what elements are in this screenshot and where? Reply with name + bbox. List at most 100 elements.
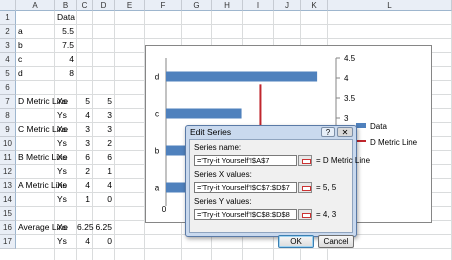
legend-swatch-data bbox=[356, 123, 366, 128]
select-all-corner[interactable] bbox=[0, 0, 16, 11]
cell-d9[interactable]: 3 bbox=[93, 124, 112, 135]
cell-b2[interactable]: 5.5 bbox=[55, 26, 74, 37]
series-name-input[interactable]: ='Try-it Yourself'!$A$7 bbox=[194, 155, 297, 166]
category-label-c: c bbox=[155, 110, 159, 119]
cell-c11[interactable]: 6 bbox=[77, 152, 90, 163]
bar-c bbox=[166, 108, 242, 119]
cell-a2[interactable]: a bbox=[18, 26, 23, 37]
cell-d13[interactable]: 4 bbox=[93, 180, 112, 191]
row-header-17[interactable]: 17 bbox=[0, 235, 16, 249]
cell-d8[interactable]: 3 bbox=[93, 110, 112, 121]
gridline bbox=[16, 38, 452, 39]
column-header-k[interactable]: K bbox=[301, 0, 328, 11]
cell-c14[interactable]: 1 bbox=[77, 194, 90, 205]
cell-a5[interactable]: d bbox=[18, 68, 23, 79]
series-name-collapse-icon[interactable] bbox=[298, 155, 312, 166]
cell-d16[interactable]: 6.25 bbox=[93, 222, 112, 233]
column-header-c[interactable]: C bbox=[77, 0, 93, 11]
row-header-4[interactable]: 4 bbox=[0, 53, 16, 67]
gridline bbox=[16, 24, 452, 25]
cell-c17[interactable]: 4 bbox=[77, 236, 90, 247]
secondary-tick-label: 3.5 bbox=[344, 94, 356, 103]
cell-b3[interactable]: 7.5 bbox=[55, 40, 74, 51]
column-header-a[interactable]: A bbox=[16, 0, 55, 11]
dialog-body: Series name: ='Try-it Yourself'!$A$7 = D… bbox=[189, 139, 370, 248]
cell-b10[interactable]: Ys bbox=[57, 138, 67, 149]
cell-b4[interactable]: 4 bbox=[55, 54, 74, 65]
help-button[interactable]: ? bbox=[321, 127, 335, 137]
column-header-f[interactable]: F bbox=[145, 0, 182, 11]
row-header-8[interactable]: 8 bbox=[0, 109, 16, 123]
column-header-j[interactable]: J bbox=[274, 0, 301, 11]
cancel-button[interactable]: Cancel bbox=[318, 235, 354, 248]
cell-a3[interactable]: b bbox=[18, 40, 23, 51]
x-tick-label: 0 bbox=[162, 205, 167, 214]
cell-b1[interactable]: Data bbox=[57, 12, 75, 23]
column-header-h[interactable]: H bbox=[212, 0, 243, 11]
series-y-result: = 4, 3 bbox=[316, 210, 337, 219]
secondary-tick-label: 4 bbox=[344, 74, 349, 83]
row-header-2[interactable]: 2 bbox=[0, 25, 16, 39]
row-header-10[interactable]: 10 bbox=[0, 137, 16, 151]
series-name-result: = D Metric Line bbox=[316, 156, 371, 165]
category-label-a: a bbox=[155, 184, 160, 193]
close-button[interactable]: ✕ bbox=[337, 127, 353, 137]
series-y-label: Series Y values: bbox=[194, 197, 252, 206]
secondary-tick-label: 4.5 bbox=[344, 54, 356, 63]
series-y-input[interactable]: ='Try-it Yourself'!$C$8:$D$8 bbox=[194, 209, 297, 220]
series-y-collapse-icon[interactable] bbox=[298, 209, 312, 220]
column-header-g[interactable]: G bbox=[182, 0, 212, 11]
cell-d12[interactable]: 1 bbox=[93, 166, 112, 177]
cell-d17[interactable]: 0 bbox=[93, 236, 112, 247]
dialog-title: Edit Series bbox=[190, 127, 232, 137]
cell-c16[interactable]: 6.25 bbox=[77, 222, 94, 233]
column-header-i[interactable]: I bbox=[243, 0, 274, 11]
row-header-1[interactable]: 1 bbox=[0, 11, 16, 25]
cell-b5[interactable]: 8 bbox=[55, 68, 74, 79]
cell-b8[interactable]: Ys bbox=[57, 110, 67, 121]
cell-a4[interactable]: c bbox=[18, 54, 22, 65]
row-header-14[interactable]: 14 bbox=[0, 193, 16, 207]
cell-c7[interactable]: 5 bbox=[77, 96, 90, 107]
row-header-15[interactable]: 15 bbox=[0, 207, 16, 221]
column-header-b[interactable]: B bbox=[55, 0, 77, 11]
cell-c12[interactable]: 2 bbox=[77, 166, 90, 177]
cell-b12[interactable]: Ys bbox=[57, 166, 67, 177]
category-label-d: d bbox=[155, 73, 159, 82]
cell-d10[interactable]: 2 bbox=[93, 138, 112, 149]
cell-b17[interactable]: Ys bbox=[57, 236, 67, 247]
cell-c13[interactable]: 4 bbox=[77, 180, 90, 191]
cell-b7[interactable]: Xs bbox=[57, 96, 67, 107]
gridline bbox=[16, 248, 452, 249]
row-header-3[interactable]: 3 bbox=[0, 39, 16, 53]
row-header-11[interactable]: 11 bbox=[0, 151, 16, 165]
column-header-d[interactable]: D bbox=[93, 0, 115, 11]
cell-d11[interactable]: 6 bbox=[93, 152, 112, 163]
cell-c9[interactable]: 3 bbox=[77, 124, 90, 135]
row-header-12[interactable]: 12 bbox=[0, 165, 16, 179]
row-header-9[interactable]: 9 bbox=[0, 123, 16, 137]
cell-c8[interactable]: 4 bbox=[77, 110, 90, 121]
row-header-6[interactable]: 6 bbox=[0, 81, 16, 95]
column-header-e[interactable]: E bbox=[115, 0, 145, 11]
row-header-7[interactable]: 7 bbox=[0, 95, 16, 109]
series-x-result: = 5, 5 bbox=[316, 183, 337, 192]
series-x-input[interactable]: ='Try-it Yourself'!$C$7:$D$7 bbox=[194, 182, 297, 193]
row-header-16[interactable]: 16 bbox=[0, 221, 16, 235]
cell-d7[interactable]: 5 bbox=[93, 96, 112, 107]
legend-d-metric-line: D Metric Line bbox=[370, 138, 418, 147]
cell-d14[interactable]: 0 bbox=[93, 194, 112, 205]
cell-b16[interactable]: Xs bbox=[57, 222, 67, 233]
secondary-tick-label: 3 bbox=[344, 114, 349, 123]
cell-b14[interactable]: Ys bbox=[57, 194, 67, 205]
row-header-5[interactable]: 5 bbox=[0, 67, 16, 81]
cell-b13[interactable]: Xs bbox=[57, 180, 67, 191]
ok-button[interactable]: OK bbox=[278, 235, 314, 248]
cell-c10[interactable]: 3 bbox=[77, 138, 90, 149]
column-header-l[interactable]: L bbox=[328, 0, 452, 11]
cell-b9[interactable]: Xs bbox=[57, 124, 67, 135]
cell-b11[interactable]: Xs bbox=[57, 152, 67, 163]
edit-series-dialog[interactable]: Edit Series ? ✕ Series name: ='Try-it Yo… bbox=[185, 125, 370, 248]
series-x-collapse-icon[interactable] bbox=[298, 182, 312, 193]
row-header-13[interactable]: 13 bbox=[0, 179, 16, 193]
